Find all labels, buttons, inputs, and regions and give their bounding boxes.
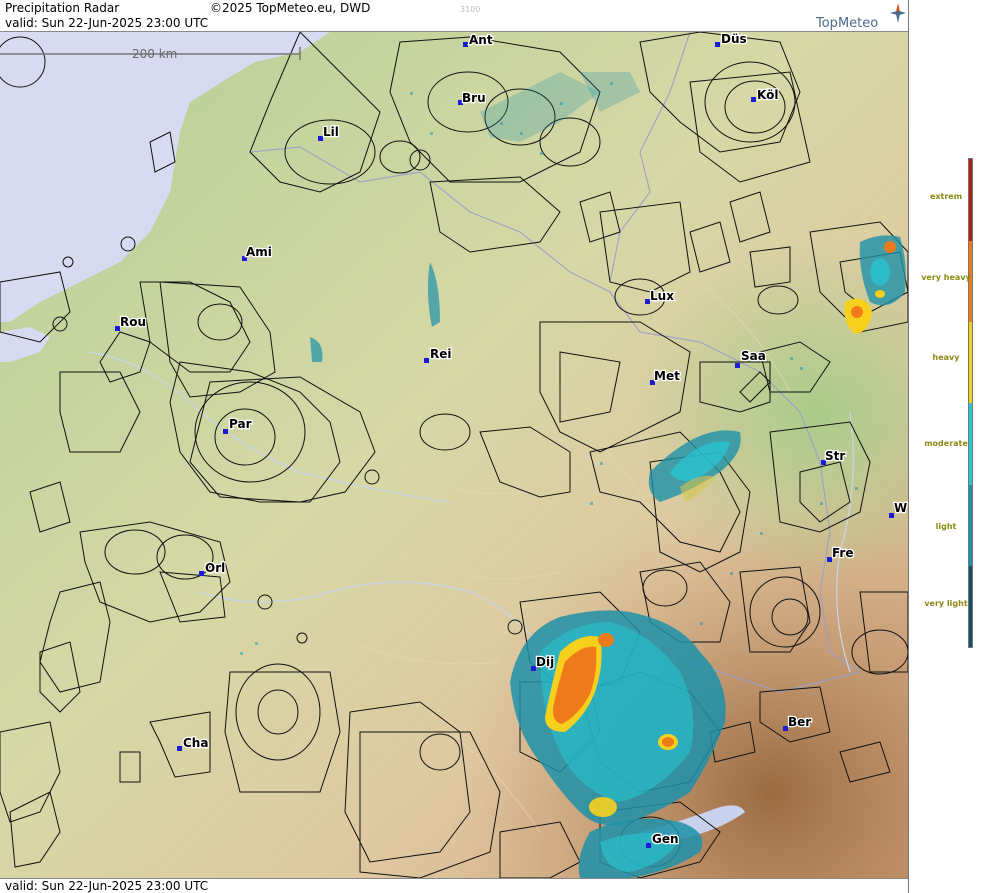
city-lux: Lux <box>645 288 675 304</box>
map-title: Precipitation Radar <box>5 1 120 15</box>
svg-text:Rou: Rou <box>120 315 146 329</box>
svg-text:Ber: Ber <box>788 715 811 729</box>
city-str: Str <box>821 448 847 465</box>
map-code: 3100 <box>460 5 481 14</box>
city-rou: Rou <box>115 314 147 331</box>
svg-text:Str: Str <box>825 449 845 463</box>
svg-text:Rei: Rei <box>430 347 452 361</box>
svg-text:Saa: Saa <box>741 349 766 363</box>
legend-label-heavy: heavy <box>932 353 960 362</box>
city-bru: Bru <box>458 90 487 106</box>
legend-label-light: light <box>935 522 957 531</box>
radar-map[interactable]: 200 km Ant Düs Bru Köl Lil Ami Rou Lux R… <box>0 32 908 878</box>
compass-icon <box>890 3 906 23</box>
city-ber: Ber <box>783 714 813 731</box>
svg-text:Ami: Ami <box>246 245 272 259</box>
precipitation-legend: extrem very heavy heavy moderate light v… <box>908 0 1000 893</box>
valid-time: valid: Sun 22-Jun-2025 23:00 UTC <box>5 16 209 30</box>
legend-label-very-light: very light <box>924 599 968 608</box>
svg-text:Cha: Cha <box>183 736 208 750</box>
svg-text:Fre: Fre <box>832 546 854 560</box>
svg-text:Lux: Lux <box>650 289 674 303</box>
svg-text:Bru: Bru <box>462 91 486 105</box>
svg-text:Ant: Ant <box>469 33 493 47</box>
svg-text:Lil: Lil <box>323 125 339 139</box>
map-footer: valid: Sun 22-Jun-2025 23:00 UTC <box>0 878 908 893</box>
copyright-text: ©2025 TopMeteo.eu, DWD <box>210 1 371 15</box>
map-header: Precipitation Radar ©2025 TopMeteo.eu, D… <box>0 0 908 32</box>
svg-text:Par: Par <box>229 417 252 431</box>
svg-text:Düs: Düs <box>721 32 747 46</box>
topmeteo-logo: TopMeteo <box>816 3 906 31</box>
city-ami: Ami <box>242 244 273 261</box>
svg-text:W: W <box>894 501 907 515</box>
legend-color-bar <box>968 158 973 648</box>
svg-text:Orl: Orl <box>205 561 225 575</box>
legend-label-moderate: moderate <box>924 439 968 448</box>
scale-label: 200 km <box>132 47 177 61</box>
legend-swatch-heavy <box>969 322 972 403</box>
legend-label-extrem: extrem <box>929 192 963 201</box>
svg-text:Gen: Gen <box>652 832 679 846</box>
svg-text:Dij: Dij <box>536 655 554 669</box>
footer-valid-time: valid: Sun 22-Jun-2025 23:00 UTC <box>5 879 209 893</box>
legend-label-very-heavy: very heavy <box>921 273 971 282</box>
svg-text:Met: Met <box>654 369 680 383</box>
city-met: Met <box>650 368 681 385</box>
svg-text:Köl: Köl <box>757 88 778 102</box>
